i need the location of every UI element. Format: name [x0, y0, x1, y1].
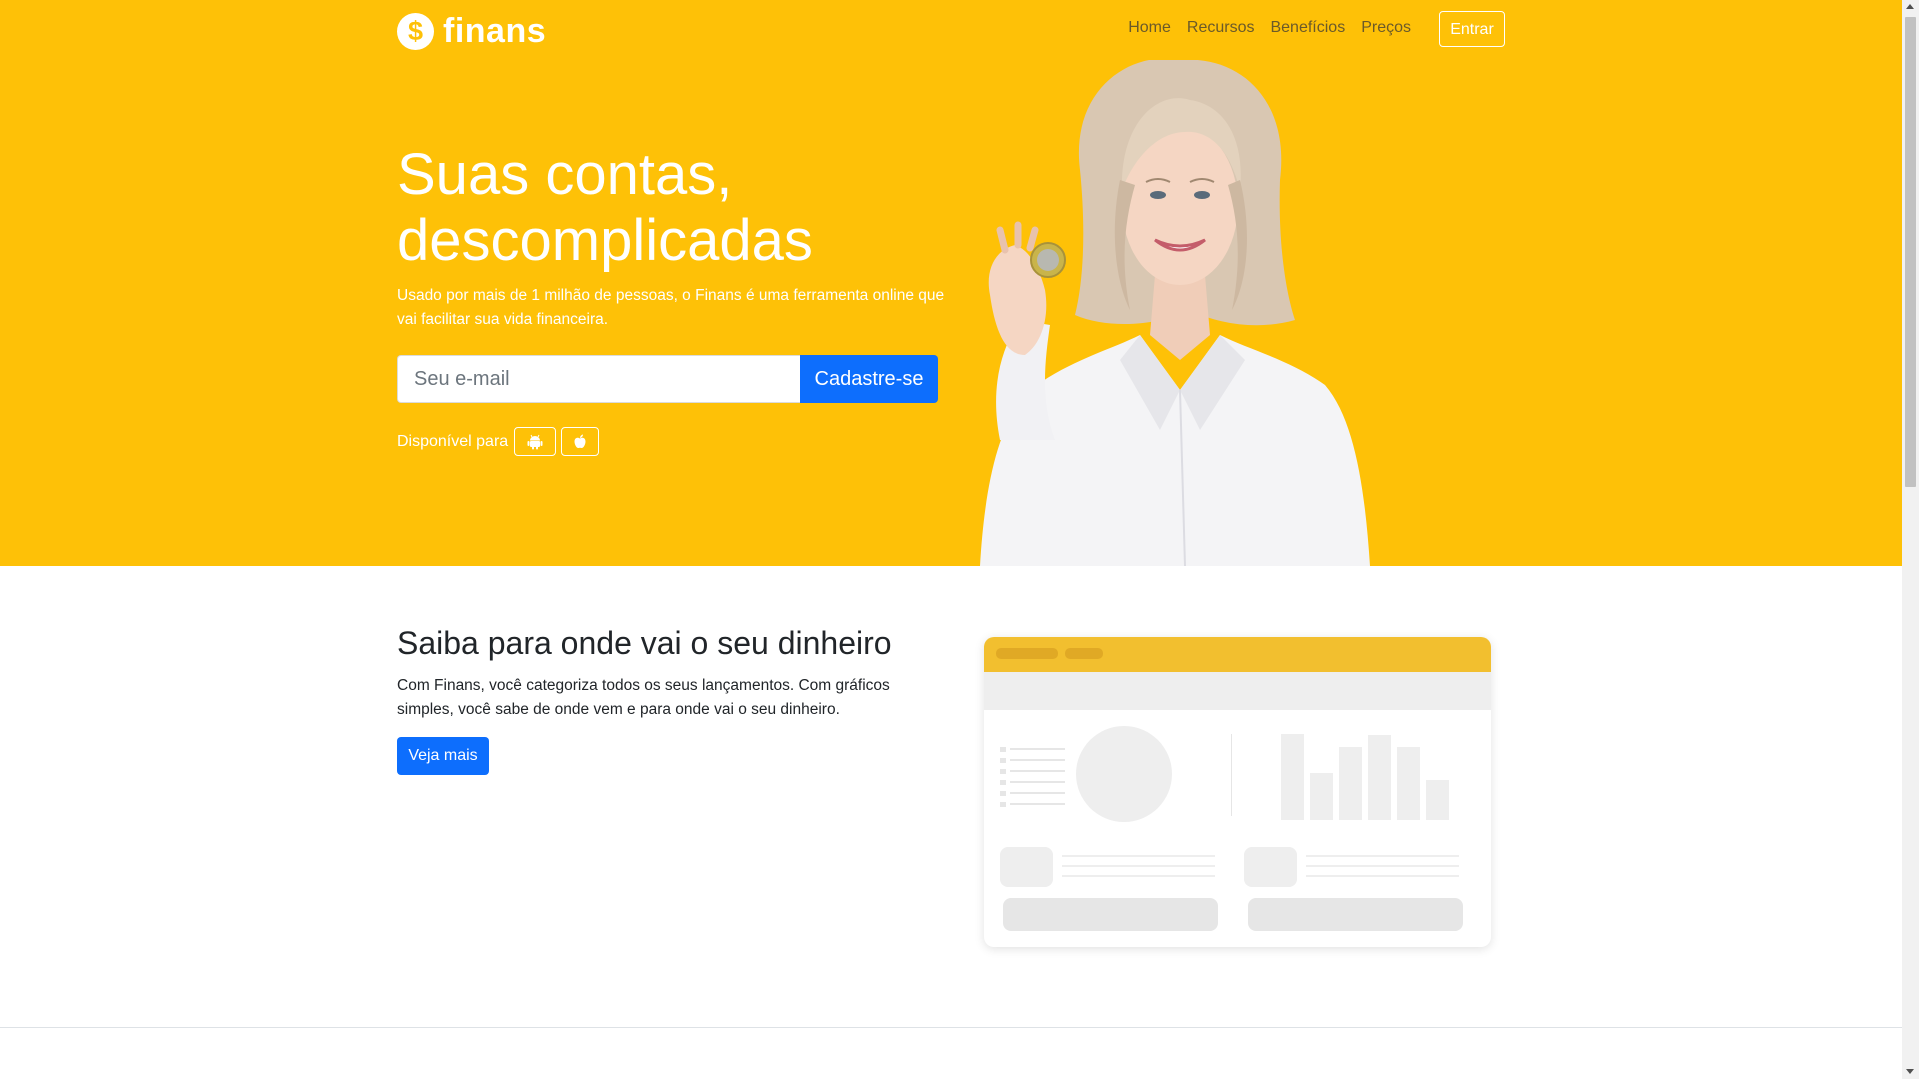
feature-text: Com Finans, você categoriza todos os seu… — [397, 677, 890, 718]
page: $ finans Home Recursos Benefícios Preços… — [0, 0, 1902, 1079]
login-button[interactable]: Entrar — [1439, 11, 1505, 47]
nav-item-recursos[interactable]: Recursos — [1187, 19, 1255, 37]
hero-title: Suas contas, descomplicadas — [397, 142, 957, 274]
section-divider — [0, 1027, 1902, 1028]
see-more-button[interactable]: Veja mais — [397, 737, 489, 775]
main-nav: Home Recursos Benefícios Preços — [1128, 19, 1411, 37]
available-platforms: Disponível para — [397, 427, 600, 456]
scroll-down-arrow-icon[interactable] — [1906, 1069, 1914, 1074]
apple-store-button[interactable] — [561, 427, 600, 456]
dashboard-mockup-image — [984, 637, 1491, 947]
scroll-up-arrow-icon[interactable] — [1906, 4, 1914, 9]
nav-item-home[interactable]: Home — [1128, 19, 1171, 37]
signup-form: Cadastre-se — [397, 355, 938, 403]
apple-icon — [574, 434, 586, 449]
dollar-coin-icon: $ — [397, 12, 434, 50]
email-input[interactable] — [397, 355, 800, 403]
android-icon — [527, 434, 543, 449]
brand-name: finans — [443, 11, 547, 50]
hero-title-line2: descomplicadas — [397, 208, 813, 273]
signup-button[interactable]: Cadastre-se — [800, 355, 938, 403]
scrollbar-thumb[interactable] — [1905, 17, 1916, 487]
hero-title-line1: Suas contas, — [397, 142, 733, 207]
brand[interactable]: $ finans — [397, 12, 546, 50]
hero-section: $ finans Home Recursos Benefícios Preços… — [0, 0, 1902, 566]
android-store-button[interactable] — [514, 427, 557, 456]
hero-subtitle: Usado por mais de 1 milhão de pessoas, o… — [397, 287, 945, 328]
feature-title: Saiba para onde vai o seu dinheiro — [397, 625, 892, 661]
available-label: Disponível para — [397, 432, 509, 450]
woman-holding-coin-image — [980, 60, 1370, 566]
nav-item-beneficios[interactable]: Benefícios — [1270, 19, 1345, 37]
nav-item-precos[interactable]: Preços — [1361, 19, 1411, 37]
